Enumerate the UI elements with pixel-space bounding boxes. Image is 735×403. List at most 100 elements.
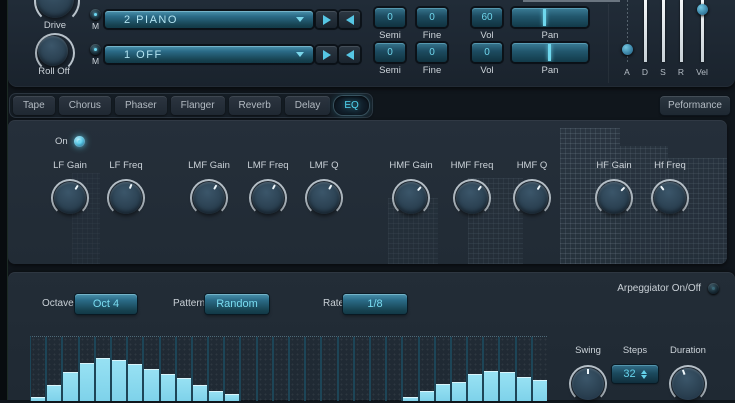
arp-step-17[interactable] [290, 337, 307, 401]
performance-button[interactable]: Peformance [660, 96, 730, 115]
arp-step-26[interactable] [435, 337, 452, 401]
arp-step-29[interactable] [484, 337, 501, 401]
eq-knob-hmf-q[interactable]: HMF Q [504, 160, 560, 217]
eq-knob-lf-gain[interactable]: LF Gain [42, 160, 98, 217]
arp-step-5[interactable] [95, 337, 112, 401]
layer1-prev-button[interactable] [339, 11, 360, 28]
arp-step-4[interactable] [79, 337, 96, 401]
arp-step-11[interactable] [192, 337, 210, 401]
arp-step-22[interactable] [370, 337, 388, 401]
env-slider-s[interactable]: S [655, 0, 671, 77]
tab-chorus[interactable]: Chorus [58, 96, 111, 115]
rate-select[interactable]: 1/8 [343, 294, 407, 314]
slider-thumb[interactable] [696, 4, 708, 15]
layer2-prev-button[interactable] [339, 46, 360, 63]
env-slider-a[interactable]: A [619, 0, 635, 77]
mute-led-layer2[interactable] [90, 44, 101, 55]
tab-flanger[interactable]: Flanger [170, 96, 225, 115]
eq-knob-lmf-gain[interactable]: LMF Gain [181, 160, 237, 217]
arp-step-31[interactable] [516, 337, 533, 401]
arpeggiator-onoff-led[interactable] [708, 283, 719, 294]
arp-step-16[interactable] [273, 337, 290, 401]
knob-cap [110, 182, 142, 214]
arrow-left-icon [345, 14, 354, 25]
steps-stepper[interactable]: 32 [612, 365, 658, 383]
eq-knob-label: HMF Freq [450, 160, 494, 171]
arp-step-30[interactable] [500, 337, 517, 401]
arp-step-23[interactable] [387, 337, 404, 401]
arp-step-18[interactable] [306, 337, 323, 401]
arp-step-10[interactable] [176, 337, 193, 401]
arp-step-15[interactable] [257, 337, 274, 401]
knob-cap [252, 182, 284, 214]
layer2-next-button[interactable] [316, 46, 337, 63]
eq-knob-hmf-gain[interactable]: HMF Gain [383, 160, 439, 217]
arp-step-2[interactable] [47, 337, 64, 401]
layer1-select[interactable]: 2 PIANO [105, 11, 313, 28]
fine-value-layer1[interactable]: 0 [417, 8, 447, 27]
arp-step-9[interactable] [160, 337, 177, 401]
knob-cap [456, 182, 488, 214]
octave-select[interactable]: Oct 4 [75, 294, 137, 314]
fine-value-layer2[interactable]: 0 [417, 43, 447, 62]
arrow-right-icon [322, 14, 331, 25]
arp-step-28[interactable] [468, 337, 485, 401]
octave-label: Octave [42, 298, 74, 309]
env-slider-r[interactable]: R [673, 0, 689, 77]
arp-step-bar [79, 363, 94, 401]
tab-tape[interactable]: Tape [13, 96, 55, 115]
arp-step-bar [128, 364, 143, 401]
swing-knob[interactable] [569, 365, 607, 403]
arp-step-20[interactable] [338, 337, 355, 401]
arp-step-3[interactable] [63, 337, 80, 401]
slider-thumb[interactable] [621, 44, 633, 55]
arp-step-7[interactable] [128, 337, 145, 401]
eq-knob-hf-gain[interactable]: HF Gain [586, 160, 642, 217]
layer2-select[interactable]: 1 OFF [105, 46, 313, 63]
arpeggiator-onoff-label: Arpeggiator On/Off [617, 283, 701, 294]
pattern-select[interactable]: Random [205, 294, 269, 314]
env-slider-d[interactable]: D [637, 0, 653, 77]
eq-knob-lf-freq[interactable]: LF Freq [98, 160, 154, 217]
vol-value-layer1[interactable]: 60 [472, 8, 502, 27]
layer1-next-button[interactable] [316, 11, 337, 28]
arp-step-8[interactable] [144, 337, 161, 401]
eq-knob-hmf-freq[interactable]: HMF Freq [444, 160, 500, 217]
vol-label: Vol [480, 30, 494, 41]
eq-knob-hf-freq[interactable]: Hf Freq [642, 160, 698, 217]
tab-reverb[interactable]: Reverb [228, 96, 281, 115]
vol-value-layer2[interactable]: 0 [472, 43, 502, 62]
arp-step-1[interactable] [31, 337, 48, 401]
pan-slider-layer2[interactable] [512, 43, 588, 62]
eq-on-label: On [55, 136, 68, 147]
eq-on-led[interactable] [73, 136, 85, 147]
arp-step-6[interactable] [111, 337, 129, 401]
duration-knob[interactable] [669, 365, 707, 403]
arp-step-14[interactable] [241, 337, 258, 401]
semi-value-layer1[interactable]: 0 [375, 8, 405, 27]
spinner-arrows-icon[interactable] [640, 369, 647, 379]
arp-step-27[interactable] [451, 337, 469, 401]
eq-knob-lmf-q[interactable]: LMF Q [296, 160, 352, 217]
duration-knob-cap [672, 368, 704, 400]
arp-step-bar [192, 385, 208, 401]
env-slider-vel[interactable]: Vel [694, 0, 710, 77]
arp-step-32[interactable] [532, 337, 547, 401]
arp-step-25[interactable] [419, 337, 436, 401]
eq-knob-lmf-freq[interactable]: LMF Freq [240, 160, 296, 217]
tab-phaser[interactable]: Phaser [114, 96, 167, 115]
arp-step-12[interactable] [209, 337, 226, 401]
pan-label: Pan [541, 65, 559, 76]
pan-slider-layer1[interactable] [512, 8, 588, 27]
arp-step-21[interactable] [354, 337, 371, 401]
tab-delay[interactable]: Delay [284, 96, 331, 115]
mute-led-layer1[interactable] [90, 9, 101, 20]
tab-eq[interactable]: EQ [334, 96, 369, 115]
arp-step-24[interactable] [403, 337, 420, 401]
semi-value-layer2[interactable]: 0 [375, 43, 405, 62]
arp-step-19[interactable] [322, 337, 339, 401]
rolloff-knob[interactable] [38, 36, 68, 66]
oscillator-panel: Drive Roll Off M 2 PIANO M 1 OFF 0 0 60 … [8, 0, 735, 87]
arp-step-13[interactable] [225, 337, 242, 401]
mute-label-layer2: M [91, 56, 100, 66]
